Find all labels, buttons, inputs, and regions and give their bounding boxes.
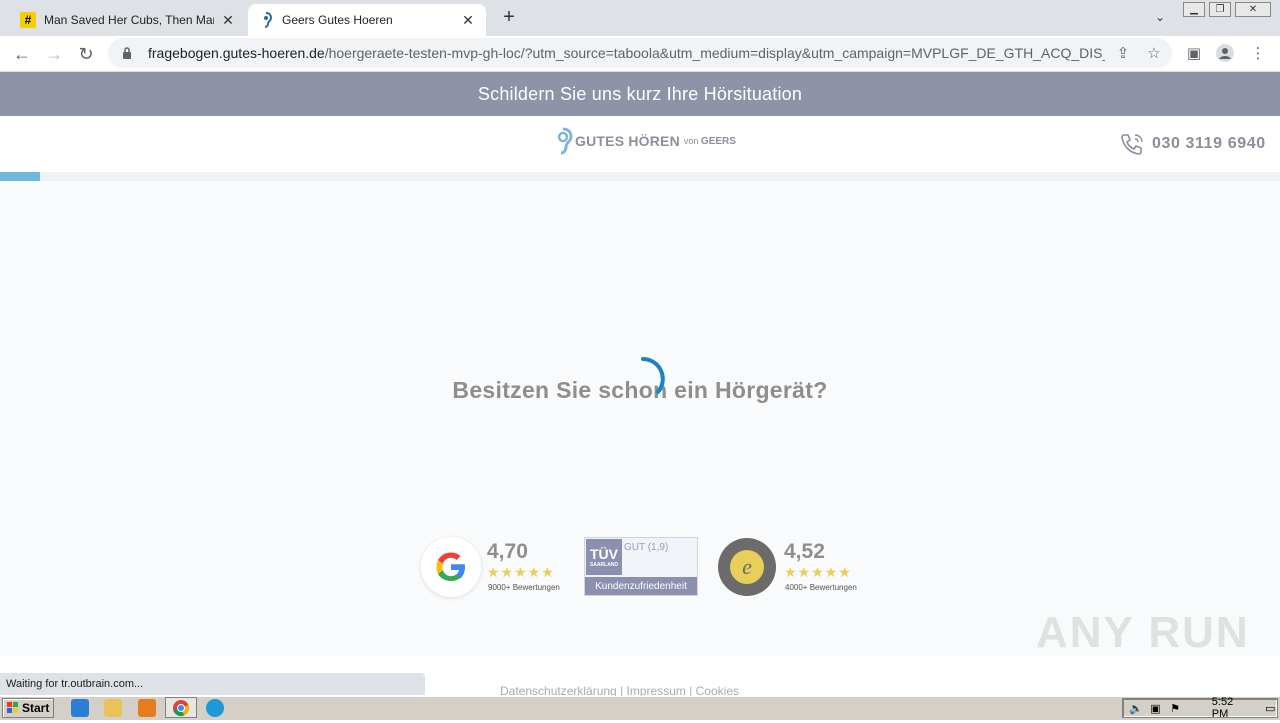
side-panel-icon[interactable]: ▣	[1183, 42, 1205, 64]
tab-title: Geers Gutes Hoeren	[282, 13, 393, 27]
anyrun-watermark: ANY RUN	[1036, 608, 1250, 657]
status-bar: Waiting for tr.outbrain.com...	[0, 673, 425, 695]
google-count: 9000+ Bewertungen	[488, 583, 560, 592]
network-icon[interactable]: ▣	[1149, 701, 1163, 715]
close-icon[interactable]: ✕	[220, 12, 236, 28]
start-label: Start	[22, 701, 50, 715]
chrome-icon	[173, 700, 190, 717]
windows-flag-icon	[7, 702, 18, 713]
phone-contact[interactable]: 030 3119 6940	[1120, 132, 1266, 156]
profile-avatar-icon[interactable]	[1214, 42, 1236, 64]
trusted-score: 4,52	[784, 540, 825, 563]
progress-fill	[0, 172, 40, 181]
url-path: /hoergeraete-testen-mvp-gh-loc/?utm_sour…	[324, 45, 1105, 61]
flag-icon[interactable]: ⚑	[1168, 701, 1182, 715]
tuv-logo: TÜV SAARLAND	[586, 539, 622, 575]
site-logo[interactable]: GUTES HÖREN von GEERS	[553, 126, 736, 156]
edge-icon[interactable]	[206, 699, 224, 717]
tab-geers[interactable]: Geers Gutes Hoeren ✕	[248, 4, 486, 36]
tuv-grade: GUT (1,9)	[624, 542, 669, 553]
media-player-icon[interactable]	[138, 699, 156, 717]
logo-text: GUTES HÖREN	[575, 133, 680, 149]
trusted-shops-icon: e	[718, 538, 776, 596]
google-stars: ★★★★★	[487, 564, 555, 580]
page-banner: Schildern Sie uns kurz Ihre Hörsituation	[0, 72, 1280, 116]
trusted-shops-badge: e	[717, 537, 777, 597]
hash-icon: #	[20, 12, 36, 28]
logo-von: von	[683, 135, 699, 146]
phone-number: 030 3119 6940	[1152, 135, 1266, 152]
reload-icon[interactable]: ↻	[74, 42, 98, 66]
logo-brand: GEERS	[700, 135, 736, 147]
loading-spinner-icon	[641, 357, 665, 394]
ie-icon[interactable]	[71, 699, 89, 717]
close-window-button[interactable]: ✕	[1235, 2, 1271, 17]
tuv-label: Kundenzufriedenheit	[585, 577, 697, 595]
trusted-count: 4000+ Bewertungen	[785, 583, 857, 592]
ear-icon	[258, 12, 274, 28]
ear-logo-icon	[557, 127, 573, 155]
trusted-stars: ★★★★★	[784, 564, 852, 580]
logo-sub: von GEERS	[684, 136, 736, 147]
tab-title: Man Saved Her Cubs, Then Mama Be	[44, 13, 214, 27]
svg-text:e: e	[742, 554, 752, 579]
phone-icon	[1121, 134, 1143, 155]
clock: 5:52 PM	[1211, 696, 1234, 720]
lock-icon[interactable]	[120, 46, 134, 60]
restore-button[interactable]: ❐	[1209, 2, 1231, 17]
share-icon[interactable]: ⇪	[1112, 42, 1134, 64]
tab-man-saved[interactable]: # Man Saved Her Cubs, Then Mama Be ✕	[10, 4, 246, 36]
speaker-icon[interactable]: 🔈	[1129, 701, 1143, 715]
google-badge	[421, 537, 481, 597]
url-host: fragebogen.gutes-hoeren.de	[148, 45, 325, 61]
chevron-down-icon[interactable]: ⌄	[1150, 8, 1170, 26]
taskbar-chrome-button[interactable]	[165, 697, 197, 718]
folder-icon[interactable]	[104, 699, 122, 717]
back-arrow-icon[interactable]: ←	[10, 42, 34, 66]
tuv-logo-sub: SAARLAND	[589, 562, 619, 568]
start-button[interactable]: Start	[2, 698, 54, 718]
system-tray: 🔈 ▣ ⚑ 5:52 PM ▭	[1122, 696, 1278, 720]
forward-arrow-icon[interactable]: →	[42, 42, 66, 66]
new-tab-plus-icon[interactable]: +	[498, 6, 520, 28]
address-bar[interactable]: fragebogen.gutes-hoeren.de /hoergeraete-…	[108, 38, 1172, 68]
tuv-logo-text: TÜV	[590, 546, 618, 562]
google-logo-icon	[436, 552, 465, 581]
star-icon[interactable]: ☆	[1143, 42, 1165, 64]
menu-kebab-icon[interactable]: ⋮	[1247, 42, 1269, 64]
google-score: 4,70	[487, 540, 528, 563]
show-desktop-icon[interactable]: ▭	[1263, 701, 1277, 715]
progress-track	[0, 172, 1280, 181]
minimize-button[interactable]: ▁	[1183, 2, 1205, 17]
close-icon[interactable]: ✕	[460, 12, 476, 28]
